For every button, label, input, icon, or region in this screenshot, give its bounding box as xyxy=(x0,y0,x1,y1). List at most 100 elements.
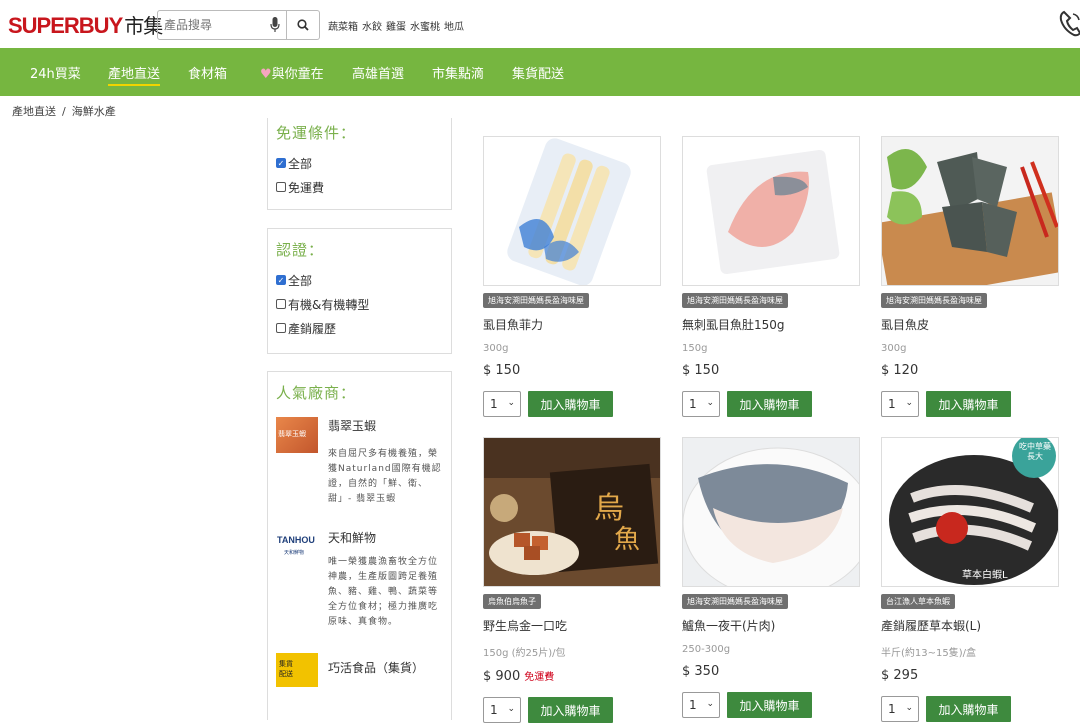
search-button[interactable] xyxy=(287,10,320,40)
heart-icon: ♥ xyxy=(260,67,272,82)
vendor-tag[interactable]: 旭海安溯田媽媽長盈海味屋 xyxy=(682,594,788,609)
breadcrumb-separator: / xyxy=(62,105,66,118)
nav-item-24h[interactable]: 24h買菜 xyxy=(30,63,81,82)
product-card: 烏 魚 烏魚伯烏魚子 野生烏金一口吃 150g (約25片)/包 $ 900 免運… xyxy=(483,437,663,723)
filter-option-traceability[interactable]: 產銷履歷 xyxy=(276,316,443,340)
product-name[interactable]: 鱸魚一夜干(片肉) xyxy=(682,617,862,634)
add-to-cart-button[interactable]: 加入購物車 xyxy=(926,696,1011,722)
product-price: $ 120 xyxy=(881,363,919,378)
main-nav: 24h買菜 產地直送 食材箱 ♥與你童在 高雄首選 市集點滴 集貨配送 xyxy=(0,48,1080,96)
product-photo: 烏 魚 xyxy=(484,438,660,575)
product-photo xyxy=(706,149,840,275)
microphone-icon[interactable] xyxy=(270,17,280,33)
phone-icon[interactable] xyxy=(1058,8,1080,38)
product-price: $ 150 xyxy=(483,363,521,378)
breadcrumb-link[interactable]: 產地直送 xyxy=(12,105,56,118)
quantity-select[interactable]: 1 ⌄ xyxy=(682,692,720,718)
vendor-tag[interactable]: 旭海安溯田媽媽長盈海味屋 xyxy=(483,293,589,308)
vendor-logo: 集貨配送 xyxy=(276,653,318,687)
breadcrumb: 產地直送 / 海鮮水產 xyxy=(12,103,116,119)
product-price: $ 900 免運費 xyxy=(483,669,555,684)
quantity-select[interactable]: 1 ⌄ xyxy=(881,391,919,417)
vendor-tag[interactable]: 台江漁人草本魚蝦 xyxy=(881,594,955,609)
top-bar: SUPERBUY市集 蔬菜箱 水餃 雞蛋 水蜜桃 地瓜 xyxy=(0,0,1080,48)
product-card: 吃中草藥長大 草本白蝦L 台江漁人草本魚蝦 產銷履歷草本蝦(L) 半斤(約13~… xyxy=(881,437,1061,722)
filter-title: 認證： xyxy=(276,241,325,259)
nav-item-kaohsiung[interactable]: 高雄首選 xyxy=(352,63,404,82)
vendor-item[interactable]: TANHOU 天和鮮物 天和鮮物 唯一榮獲農漁畜牧全方位神農，生產版圖跨足養殖魚… xyxy=(268,529,451,653)
product-card: 旭海安溯田媽媽長盈海味屋 虱目魚菲力 300g $ 150 1 ⌄ 加入購物車 xyxy=(483,136,663,417)
shipping-filter: 免運條件： ✓ 全部 免運費 xyxy=(267,118,452,210)
filter-option-organic[interactable]: 有機&有機轉型 xyxy=(276,292,443,316)
hot-keyword[interactable]: 地瓜 xyxy=(444,18,464,33)
product-photo xyxy=(507,138,631,285)
checkbox-checked[interactable]: ✓ xyxy=(276,158,286,168)
chevron-down-icon: ⌄ xyxy=(706,398,714,408)
add-to-cart-button[interactable]: 加入購物車 xyxy=(528,697,613,723)
vendor-logo: TANHOU 天和鮮物 xyxy=(277,535,315,556)
chevron-down-icon: ⌄ xyxy=(905,398,913,408)
product-price: $ 295 xyxy=(881,668,919,683)
filter-title: 免運條件： xyxy=(276,124,357,142)
popular-vendors: 人氣廠商： 翡翠玉蝦 翡翠玉蝦 來自屈尺多有機養殖，榮獲Naturland國際有… xyxy=(267,371,452,720)
vendor-tag[interactable]: 烏魚伯烏魚子 xyxy=(483,594,541,609)
checkbox-checked[interactable]: ✓ xyxy=(276,275,286,285)
hot-keyword[interactable]: 水餃 xyxy=(362,18,382,33)
quantity-select[interactable]: 1 ⌄ xyxy=(483,391,521,417)
hot-keyword[interactable]: 水蜜桃 xyxy=(410,18,440,33)
quantity-select[interactable]: 1 ⌄ xyxy=(682,391,720,417)
add-to-cart-button[interactable]: 加入購物車 xyxy=(528,391,613,417)
vendor-name[interactable]: 天和鮮物 xyxy=(328,529,376,546)
quantity-select[interactable]: 1 ⌄ xyxy=(881,696,919,722)
chevron-down-icon: ⌄ xyxy=(507,398,515,408)
add-to-cart-button[interactable]: 加入購物車 xyxy=(727,692,812,718)
product-name[interactable]: 虱目魚皮 xyxy=(881,316,1061,333)
product-name[interactable]: 野生烏金一口吃 xyxy=(483,617,663,634)
chevron-down-icon: ⌄ xyxy=(905,703,913,713)
vendor-name[interactable]: 巧活食品（集貨） xyxy=(328,659,424,676)
vendors-title: 人氣廠商： xyxy=(276,384,357,402)
checkbox[interactable] xyxy=(276,182,286,192)
product-badge: 吃中草藥長大 xyxy=(1019,442,1051,461)
vendor-tag[interactable]: 旭海安溯田媽媽長盈海味屋 xyxy=(682,293,788,308)
filter-option-free-shipping[interactable]: 免運費 xyxy=(276,175,443,199)
product-image[interactable]: 吃中草藥長大 草本白蝦L xyxy=(881,437,1059,587)
add-to-cart-button[interactable]: 加入購物車 xyxy=(727,391,812,417)
product-image[interactable] xyxy=(483,136,661,286)
product-image[interactable] xyxy=(682,437,860,587)
logo[interactable]: SUPERBUY 市集 xyxy=(8,10,163,39)
product-name[interactable]: 虱目魚菲力 xyxy=(483,316,663,333)
vendor-item[interactable]: 翡翠玉蝦 翡翠玉蝦 來自屈尺多有機養殖，榮獲Naturland國際有機認證，自然… xyxy=(268,411,451,529)
vendor-logo: 翡翠玉蝦 xyxy=(276,417,318,453)
nav-item-food-box[interactable]: 食材箱 xyxy=(188,63,227,82)
search-input[interactable] xyxy=(158,11,263,39)
checkbox[interactable] xyxy=(276,323,286,333)
vendor-name[interactable]: 翡翠玉蝦 xyxy=(328,417,376,434)
vendor-item[interactable]: 集貨配送 巧活食品（集貨） xyxy=(268,653,451,713)
hot-keywords: 蔬菜箱 水餃 雞蛋 水蜜桃 地瓜 xyxy=(328,18,464,33)
nav-item-origin-direct[interactable]: 產地直送 xyxy=(108,63,161,86)
nav-item-with-you[interactable]: ♥與你童在 xyxy=(260,63,324,82)
filter-option-all[interactable]: ✓ 全部 xyxy=(276,268,443,292)
svg-text:魚: 魚 xyxy=(614,525,640,555)
product-spec: 300g xyxy=(881,343,907,354)
product-image[interactable]: 烏 魚 xyxy=(483,437,661,587)
checkbox[interactable] xyxy=(276,299,286,309)
add-to-cart-button[interactable]: 加入購物車 xyxy=(926,391,1011,417)
product-photo xyxy=(882,149,1058,285)
product-name[interactable]: 無刺虱目魚肚150g xyxy=(682,316,862,333)
product-image[interactable] xyxy=(682,136,860,286)
vendor-tag[interactable]: 旭海安溯田媽媽長盈海味屋 xyxy=(881,293,987,308)
filter-option-all[interactable]: ✓ 全部 xyxy=(276,151,443,175)
breadcrumb-current: 海鮮水產 xyxy=(71,105,116,118)
product-name[interactable]: 產銷履歷草本蝦(L) xyxy=(881,617,1061,634)
hot-keyword[interactable]: 雞蛋 xyxy=(386,18,406,33)
hot-keyword[interactable]: 蔬菜箱 xyxy=(328,18,358,33)
svg-text:烏: 烏 xyxy=(594,491,624,526)
cert-filter: 認證： ✓ 全部 有機&有機轉型 產銷履歷 xyxy=(267,228,452,354)
nav-item-market-notes[interactable]: 市集點滴 xyxy=(432,63,484,82)
nav-item-delivery[interactable]: 集貨配送 xyxy=(512,63,564,82)
vendor-description: 唯一榮獲農漁畜牧全方位神農，生產版圖跨足養殖魚、豬、雞、鴨、蔬菜等全方位食材；極… xyxy=(328,557,439,627)
quantity-select[interactable]: 1 ⌄ xyxy=(483,697,521,723)
product-image[interactable] xyxy=(881,136,1059,286)
